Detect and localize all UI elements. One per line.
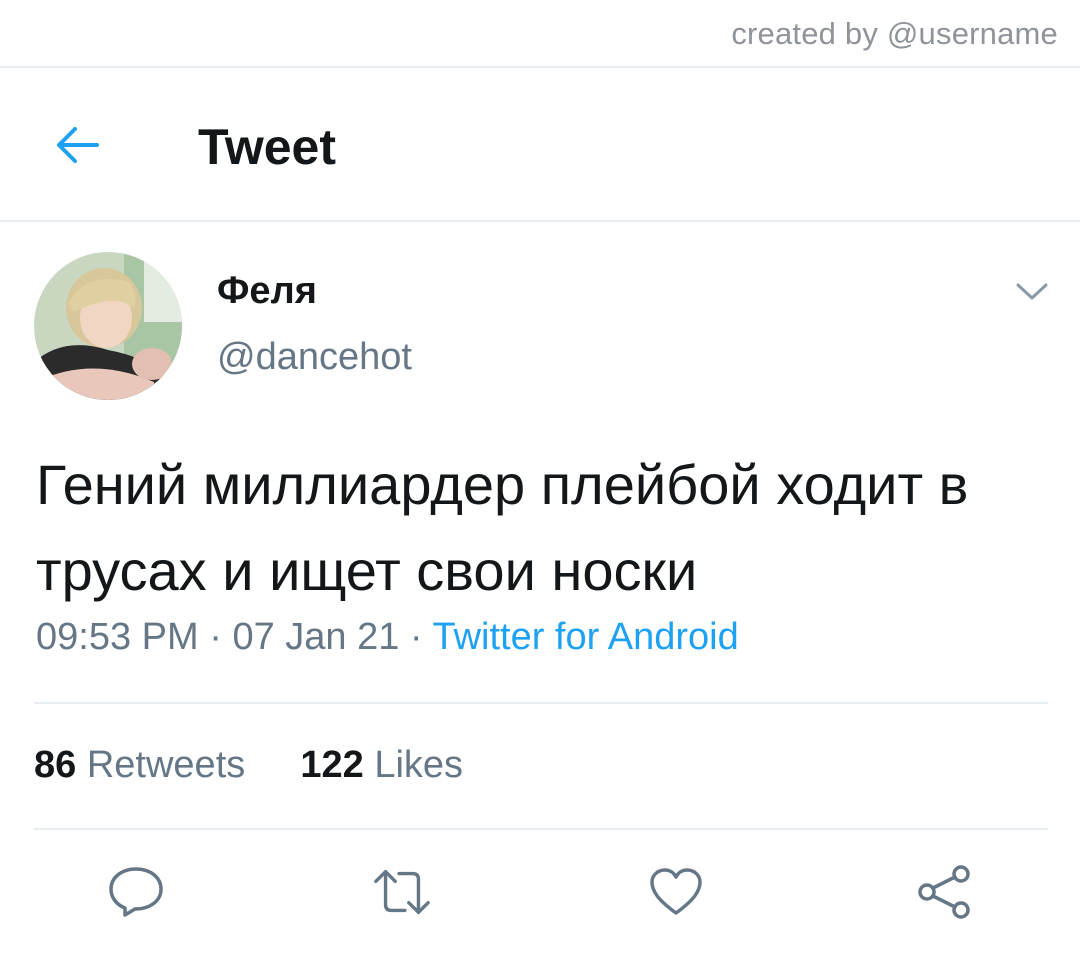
retweets-count: 86 <box>34 744 77 786</box>
avatar[interactable] <box>34 252 182 400</box>
share-icon <box>918 865 970 919</box>
share-button[interactable] <box>914 862 974 922</box>
retweet-button[interactable] <box>372 862 432 922</box>
chevron-down-icon <box>1016 283 1048 300</box>
retweets-label: Retweets <box>86 744 246 786</box>
page-title: Tweet <box>198 119 336 175</box>
avatar-image <box>34 252 182 400</box>
display-name[interactable]: Феля <box>217 270 317 313</box>
likes-stat[interactable]: 122 Likes <box>300 744 463 786</box>
reply-icon <box>109 867 163 917</box>
tweet-source-link[interactable]: Twitter for Android <box>432 616 738 658</box>
credit-text: created by @username <box>731 16 1058 51</box>
retweets-stat[interactable]: 86 Retweets <box>34 744 256 786</box>
stats-bottom-divider <box>34 828 1048 830</box>
meta-separator: · <box>209 616 222 658</box>
reply-button[interactable] <box>106 862 166 922</box>
likes-label: Likes <box>374 744 464 786</box>
arrow-left-icon <box>57 127 99 163</box>
more-options-button[interactable] <box>1012 276 1052 308</box>
tweet-time: 09:53 PM <box>36 616 199 658</box>
meta-separator: · <box>409 616 423 658</box>
heart-icon <box>650 868 702 915</box>
user-handle[interactable]: @dancehot <box>217 336 412 379</box>
tweet-date: 07 Jan 21 <box>232 616 400 658</box>
tweet-text: Гений миллиардер плейбой ходит в трусах … <box>36 453 969 602</box>
retweet-icon <box>374 869 430 915</box>
likes-count: 122 <box>300 744 364 786</box>
like-button[interactable] <box>646 862 706 922</box>
tweet-meta: 09:53 PM · 07 Jan 21 · Twitter for Andro… <box>36 616 739 659</box>
back-button[interactable] <box>52 120 102 170</box>
tweet-stats: 86 Retweets 122 Likes <box>34 744 463 787</box>
header-divider <box>0 220 1080 222</box>
stats-top-divider <box>34 702 1048 704</box>
top-divider <box>0 66 1080 68</box>
